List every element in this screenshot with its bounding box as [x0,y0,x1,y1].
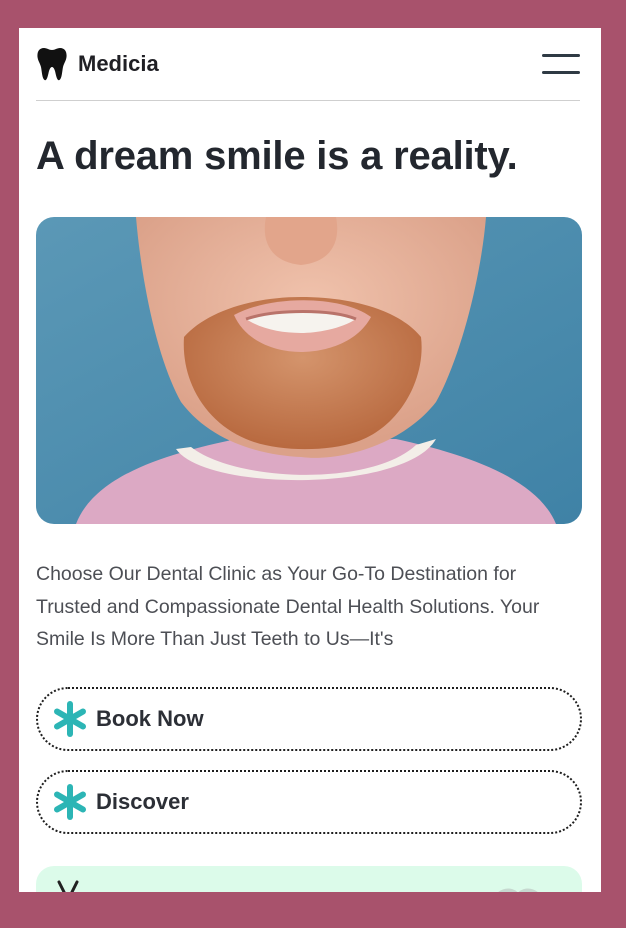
discover-label: Discover [96,789,189,814]
brand[interactable]: Medicia [36,47,159,81]
hero-image [36,217,582,524]
site-header: Medicia [36,28,580,101]
hero-description: Choose Our Dental Clinic as Your Go-To D… [36,563,540,650]
page-frame: Medicia A dream smile is a reality. Choo… [19,28,601,892]
hamburger-menu-icon[interactable] [542,52,580,76]
brand-name: Medicia [78,51,159,76]
hero-title: A dream smile is a reality. [36,134,518,178]
menu-bar-top [542,54,580,57]
asterisk-icon [54,784,86,820]
decorative-shape-icon [498,888,538,892]
menu-bar-bottom [542,71,580,74]
feature-card [36,866,582,892]
smiling-man-photo [36,217,582,524]
tooth-outline-icon [57,880,79,892]
book-now-button[interactable]: Book Now [36,687,582,751]
tooth-icon [37,48,67,81]
book-now-label: Book Now [96,706,204,731]
asterisk-icon [54,701,86,737]
discover-button[interactable]: Discover [36,770,582,834]
